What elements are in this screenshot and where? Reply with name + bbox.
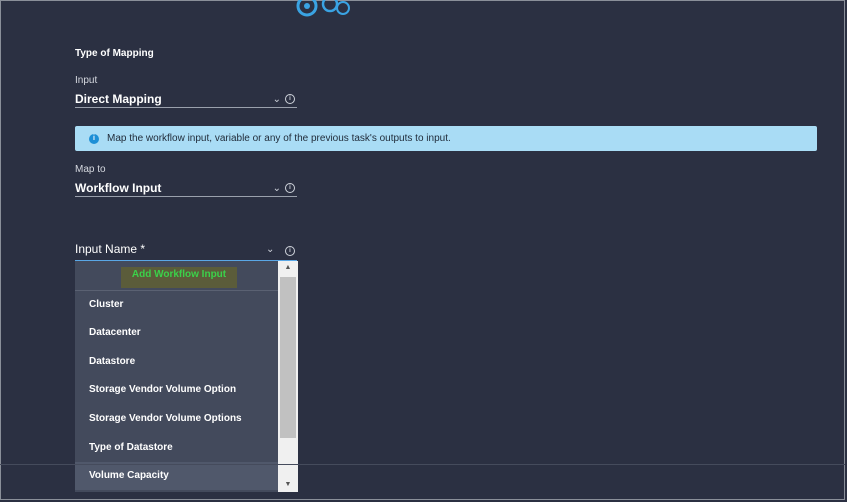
input-label: Input [75,75,98,86]
map-to-label: Map to [75,164,106,175]
info-icon: i [89,133,99,144]
chevron-down-icon: ⌄ [266,244,275,255]
dropdown-item-datastore[interactable]: Datastore [75,348,278,376]
scroll-down-icon[interactable]: ▼ [278,478,298,492]
chevron-down-icon: ⌄ [272,182,281,194]
dropdown-scrollbar[interactable]: ▲ ▼ [278,261,298,492]
info-banner: i Map the workflow input, variable or an… [75,126,817,151]
footer-divider [0,464,845,465]
dropdown-item-volume-capacity[interactable]: Volume Capacity [75,462,278,490]
dropdown-item-storage-vendor-volume-option[interactable]: Storage Vendor Volume Option [75,376,278,404]
input-name-label: Input Name * [75,242,146,256]
input-select[interactable]: Direct Mapping ⌄ [75,91,297,108]
info-icon[interactable]: i [285,246,295,256]
map-to-select[interactable]: Workflow Input ⌄ [75,180,297,197]
info-icon[interactable]: i [285,94,295,104]
input-select-value: Direct Mapping [75,92,162,106]
add-workflow-input-button[interactable]: Add Workflow Input [121,267,237,288]
dropdown-item-cluster[interactable]: Cluster [75,291,278,319]
info-icon[interactable]: i [285,183,295,193]
dropdown-item-type-of-datastore[interactable]: Type of Datastore [75,434,278,462]
add-workflow-input-row: Add Workflow Input [75,261,278,291]
dropdown-item-storage-vendor-volume-options[interactable]: Storage Vendor Volume Options [75,405,278,433]
banner-text: Map the workflow input, variable or any … [107,133,451,144]
scrollbar-thumb[interactable] [280,277,296,438]
section-title: Type of Mapping [75,48,154,59]
dropdown-item-datacenter[interactable]: Datacenter [75,319,278,347]
input-name-dropdown: Add Workflow Input Cluster Datacenter Da… [75,261,298,492]
map-to-select-value: Workflow Input [75,181,162,195]
chevron-down-icon: ⌄ [272,93,281,105]
gears-logo-icon [296,0,350,17]
scroll-up-icon[interactable]: ▲ [278,261,298,275]
input-name-select[interactable]: Input Name * ⌄ [75,239,297,261]
